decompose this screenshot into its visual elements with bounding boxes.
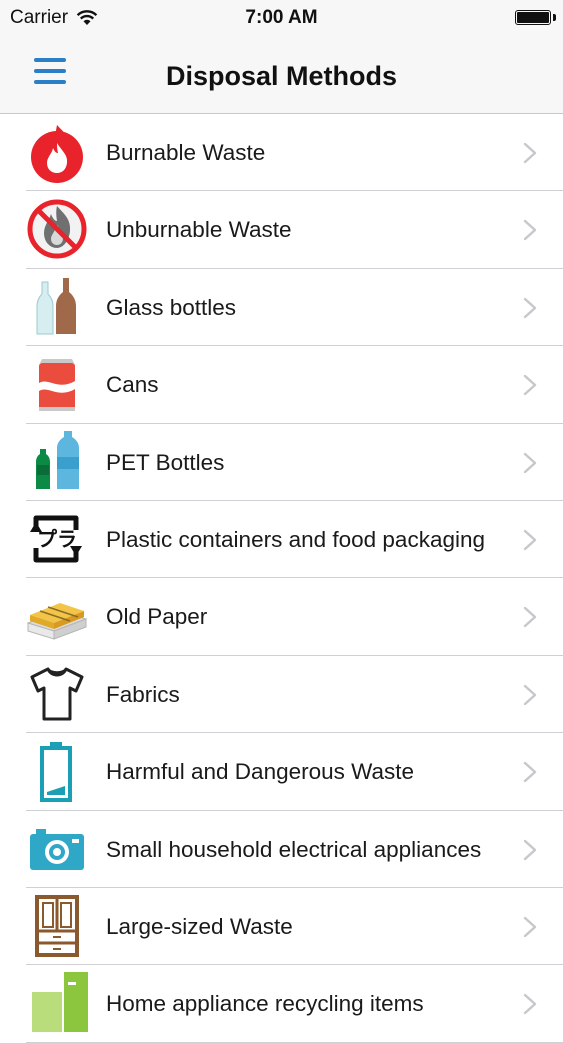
chevron-right-icon [523, 529, 537, 551]
list-item-label: Large-sized Waste [106, 913, 293, 939]
status-bar: Carrier 7:00 AM [0, 0, 563, 38]
chevron-right-icon [523, 606, 537, 628]
disposal-method-list: Burnable Waste Unburnable Waste Glass bo… [0, 114, 563, 1043]
list-item-label: Unburnable Waste [106, 217, 292, 243]
list-item-pet-bottles[interactable]: PET Bottles [0, 424, 563, 502]
chevron-right-icon [523, 452, 537, 474]
chevron-right-icon [523, 374, 537, 396]
list-item-large-waste[interactable]: Large-sized Waste [0, 888, 563, 966]
hamburger-menu-icon[interactable] [34, 58, 66, 86]
list-item-label: Small household electrical appliances [106, 836, 482, 862]
battery-icon [26, 740, 88, 803]
no-burn-icon [26, 198, 88, 260]
list-item-label: Home appliance recycling items [106, 991, 424, 1017]
glass-bottles-icon [26, 276, 88, 338]
chevron-right-icon [523, 993, 537, 1015]
paper-bundle-icon [26, 585, 88, 647]
list-item-label: PET Bottles [106, 449, 225, 475]
battery-icon [515, 10, 551, 25]
chevron-right-icon [523, 297, 537, 319]
list-item-label: Old Paper [106, 604, 208, 630]
camera-icon [26, 818, 88, 880]
list-item-label: Glass bottles [106, 294, 237, 320]
list-item-burnable-waste[interactable]: Burnable Waste [0, 114, 563, 192]
cabinet-icon [26, 894, 88, 957]
list-item-old-paper[interactable]: Old Paper [0, 578, 563, 657]
chevron-right-icon [523, 142, 537, 164]
tshirt-icon [26, 663, 88, 725]
list-item-small-appliances[interactable]: Small household electrical appliances [0, 811, 563, 889]
list-item-label: Cans [106, 372, 159, 398]
list-item-label: Burnable Waste [106, 140, 266, 165]
navigation-bar: Disposal Methods [0, 38, 563, 114]
svg-text:プラ: プラ [37, 527, 77, 551]
chevron-right-icon [523, 761, 537, 783]
list-item-harmful-waste[interactable]: Harmful and Dangerous Waste [0, 733, 563, 811]
list-item-label: Harmful and Dangerous Waste [106, 759, 415, 785]
page-title: Disposal Methods [165, 61, 398, 91]
list-item-fabrics[interactable]: Fabrics [0, 656, 563, 734]
pet-bottles-icon [26, 430, 88, 493]
list-item-plastic-containers[interactable]: プラ Plastic containers and food packaging [0, 501, 563, 579]
chevron-right-icon [523, 839, 537, 861]
list-item-home-appliance-recycling[interactable]: Home appliance recycling items [0, 965, 563, 1043]
list-item-unburnable-waste[interactable]: Unburnable Waste [0, 191, 563, 270]
chevron-right-icon [523, 916, 537, 938]
chevron-right-icon [523, 219, 537, 241]
list-item-label: Plastic containers and food packaging [106, 526, 485, 552]
status-time: 7:00 AM [245, 7, 318, 28]
appliance-icon [26, 972, 88, 1034]
battery-tip [553, 14, 556, 21]
plastic-recycle-icon: プラ [26, 508, 88, 570]
list-item-cans[interactable]: Cans [0, 346, 563, 424]
flame-icon [26, 121, 88, 183]
chevron-right-icon [523, 684, 537, 706]
list-item-glass-bottles[interactable]: Glass bottles [0, 269, 563, 347]
list-item-label: Fabrics [106, 681, 180, 707]
can-icon [26, 353, 88, 415]
